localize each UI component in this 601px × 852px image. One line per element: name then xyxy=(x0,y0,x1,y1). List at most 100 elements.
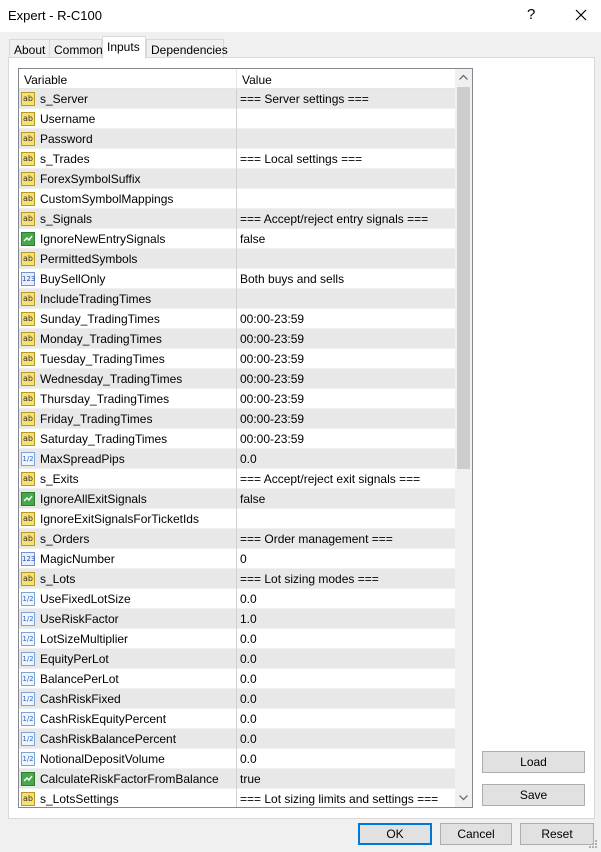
variable-value[interactable]: true xyxy=(240,772,261,786)
tab-inputs[interactable]: Inputs xyxy=(102,36,146,59)
table-row[interactable]: ab s_LotsSettings === Lot sizing limits an… xyxy=(19,789,455,807)
table-row[interactable]: ab Tuesday_TradingTimes 00:00-23:59 xyxy=(19,349,455,369)
variable-value[interactable]: false xyxy=(240,232,265,246)
cell-divider xyxy=(236,209,237,229)
variable-value[interactable]: === Accept/reject entry signals === xyxy=(240,212,428,226)
table-row[interactable]: ab s_Signals === Accept/reject entry signa… xyxy=(19,209,455,229)
double-type-icon: 1/2 xyxy=(21,712,35,726)
variable-name: ForexSymbolSuffix xyxy=(40,172,141,186)
table-row[interactable]: CalculateRiskFactorFromBalance true xyxy=(19,769,455,789)
table-row[interactable]: 1/2 NotionalDepositVolume 0.0 xyxy=(19,749,455,769)
vertical-scrollbar[interactable] xyxy=(455,69,472,807)
cell-divider xyxy=(236,769,237,789)
table-row[interactable]: ab IncludeTradingTimes xyxy=(19,289,455,309)
ok-button[interactable]: OK xyxy=(358,823,432,845)
table-row[interactable]: 1/2 MaxSpreadPips 0.0 xyxy=(19,449,455,469)
variable-value[interactable]: === Accept/reject exit signals === xyxy=(240,472,420,486)
table-row[interactable]: 1/2 CashRiskFixed 0.0 xyxy=(19,689,455,709)
string-type-icon: ab xyxy=(21,312,35,326)
table-row[interactable]: IgnoreAllExitSignals false xyxy=(19,489,455,509)
variable-value[interactable]: 00:00-23:59 xyxy=(240,432,304,446)
cancel-button[interactable]: Cancel xyxy=(440,823,512,845)
table-row[interactable]: IgnoreNewEntrySignals false xyxy=(19,229,455,249)
close-icon[interactable] xyxy=(566,3,596,27)
table-row[interactable]: ab Username xyxy=(19,109,455,129)
tab-common[interactable]: Common xyxy=(49,39,103,59)
table-row[interactable]: ab s_Server === Server settings === xyxy=(19,89,455,109)
variable-value[interactable]: === Server settings === xyxy=(240,92,369,106)
table-row[interactable]: ab s_Trades === Local settings === xyxy=(19,149,455,169)
variable-value[interactable]: 00:00-23:59 xyxy=(240,312,304,326)
table-row[interactable]: ab Saturday_TradingTimes 00:00-23:59 xyxy=(19,429,455,449)
variable-value[interactable]: 0.0 xyxy=(240,712,257,726)
table-row[interactable]: ab PermittedSymbols xyxy=(19,249,455,269)
column-header-variable[interactable]: Variable xyxy=(24,73,67,87)
scrollbar-thumb[interactable] xyxy=(457,87,470,469)
table-row[interactable]: 1/2 EquityPerLot 0.0 xyxy=(19,649,455,669)
table-row[interactable]: 1/2 CashRiskEquityPercent 0.0 xyxy=(19,709,455,729)
table-row[interactable]: ab Friday_TradingTimes 00:00-23:59 xyxy=(19,409,455,429)
string-type-icon: ab xyxy=(21,332,35,346)
table-row[interactable]: ab s_Orders === Order management === xyxy=(19,529,455,549)
table-row[interactable]: 123 MagicNumber 0 xyxy=(19,549,455,569)
variable-value[interactable]: 0 xyxy=(240,552,247,566)
variable-value[interactable]: 1.0 xyxy=(240,612,257,626)
variable-value[interactable]: Both buys and sells xyxy=(240,272,344,286)
variable-value[interactable]: === Order management === xyxy=(240,532,393,546)
table-row[interactable]: ab ForexSymbolSuffix xyxy=(19,169,455,189)
variable-value[interactable]: false xyxy=(240,492,265,506)
help-button[interactable]: ? xyxy=(527,6,535,23)
table-row[interactable]: ab s_Lots === Lot sizing modes === xyxy=(19,569,455,589)
table-row[interactable]: ab s_Exits === Accept/reject exit signals … xyxy=(19,469,455,489)
double-type-icon: 1/2 xyxy=(21,692,35,706)
reset-button[interactable]: Reset xyxy=(520,823,594,845)
table-row[interactable]: ab Monday_TradingTimes 00:00-23:59 xyxy=(19,329,455,349)
column-divider[interactable] xyxy=(236,69,237,89)
load-button[interactable]: Load xyxy=(482,751,585,773)
variable-value[interactable]: 00:00-23:59 xyxy=(240,352,304,366)
table-row[interactable]: ab CustomSymbolMappings xyxy=(19,189,455,209)
table-row[interactable]: ab Password xyxy=(19,129,455,149)
variable-value[interactable]: === Local settings === xyxy=(240,152,362,166)
cell-divider xyxy=(236,649,237,669)
variable-value[interactable]: 00:00-23:59 xyxy=(240,412,304,426)
variable-value[interactable]: 0.0 xyxy=(240,672,257,686)
table-row[interactable]: ab Wednesday_TradingTimes 00:00-23:59 xyxy=(19,369,455,389)
table-row[interactable]: 1/2 CashRiskBalancePercent 0.0 xyxy=(19,729,455,749)
variable-name: s_Server xyxy=(40,92,89,106)
variable-value[interactable]: 0.0 xyxy=(240,732,257,746)
table-row[interactable]: 1/2 LotSizeMultiplier 0.0 xyxy=(19,629,455,649)
table-row[interactable]: 1/2 UseFixedLotSize 0.0 xyxy=(19,589,455,609)
table-row[interactable]: 123 BuySellOnly Both buys and sells xyxy=(19,269,455,289)
column-header-value[interactable]: Value xyxy=(242,73,272,87)
scroll-up-icon[interactable] xyxy=(455,69,472,86)
variable-name: s_Orders xyxy=(40,532,90,546)
save-button[interactable]: Save xyxy=(482,784,585,806)
resize-grip-icon[interactable] xyxy=(588,838,598,848)
integer-type-icon: 123 xyxy=(21,552,35,566)
variable-value[interactable]: 0.0 xyxy=(240,632,257,646)
scroll-down-icon[interactable] xyxy=(455,790,472,807)
variable-name: BuySellOnly xyxy=(40,272,106,286)
cell-divider xyxy=(236,389,237,409)
variable-value[interactable]: 0.0 xyxy=(240,592,257,606)
table-row[interactable]: ab IgnoreExitSignalsForTicketIds xyxy=(19,509,455,529)
variable-value[interactable]: 0.0 xyxy=(240,652,257,666)
variable-value[interactable]: 00:00-23:59 xyxy=(240,372,304,386)
table-row[interactable]: 1/2 BalancePerLot 0.0 xyxy=(19,669,455,689)
variable-value[interactable]: === Lot sizing modes === xyxy=(240,572,379,586)
variable-value[interactable]: 0.0 xyxy=(240,752,257,766)
string-type-icon: ab xyxy=(21,792,35,806)
variable-value[interactable]: 0.0 xyxy=(240,692,257,706)
variable-value[interactable]: 00:00-23:59 xyxy=(240,332,304,346)
table-row[interactable]: 1/2 UseRiskFactor 1.0 xyxy=(19,609,455,629)
tab-about[interactable]: About xyxy=(9,39,50,59)
string-type-icon: ab xyxy=(21,152,35,166)
variable-value[interactable]: 00:00-23:59 xyxy=(240,392,304,406)
tab-dependencies[interactable]: Dependencies xyxy=(146,39,228,59)
variable-name: IgnoreExitSignalsForTicketIds xyxy=(40,512,199,526)
variable-value[interactable]: === Lot sizing limits and settings === xyxy=(240,792,438,806)
variable-value[interactable]: 0.0 xyxy=(240,452,257,466)
table-row[interactable]: ab Thursday_TradingTimes 00:00-23:59 xyxy=(19,389,455,409)
table-row[interactable]: ab Sunday_TradingTimes 00:00-23:59 xyxy=(19,309,455,329)
